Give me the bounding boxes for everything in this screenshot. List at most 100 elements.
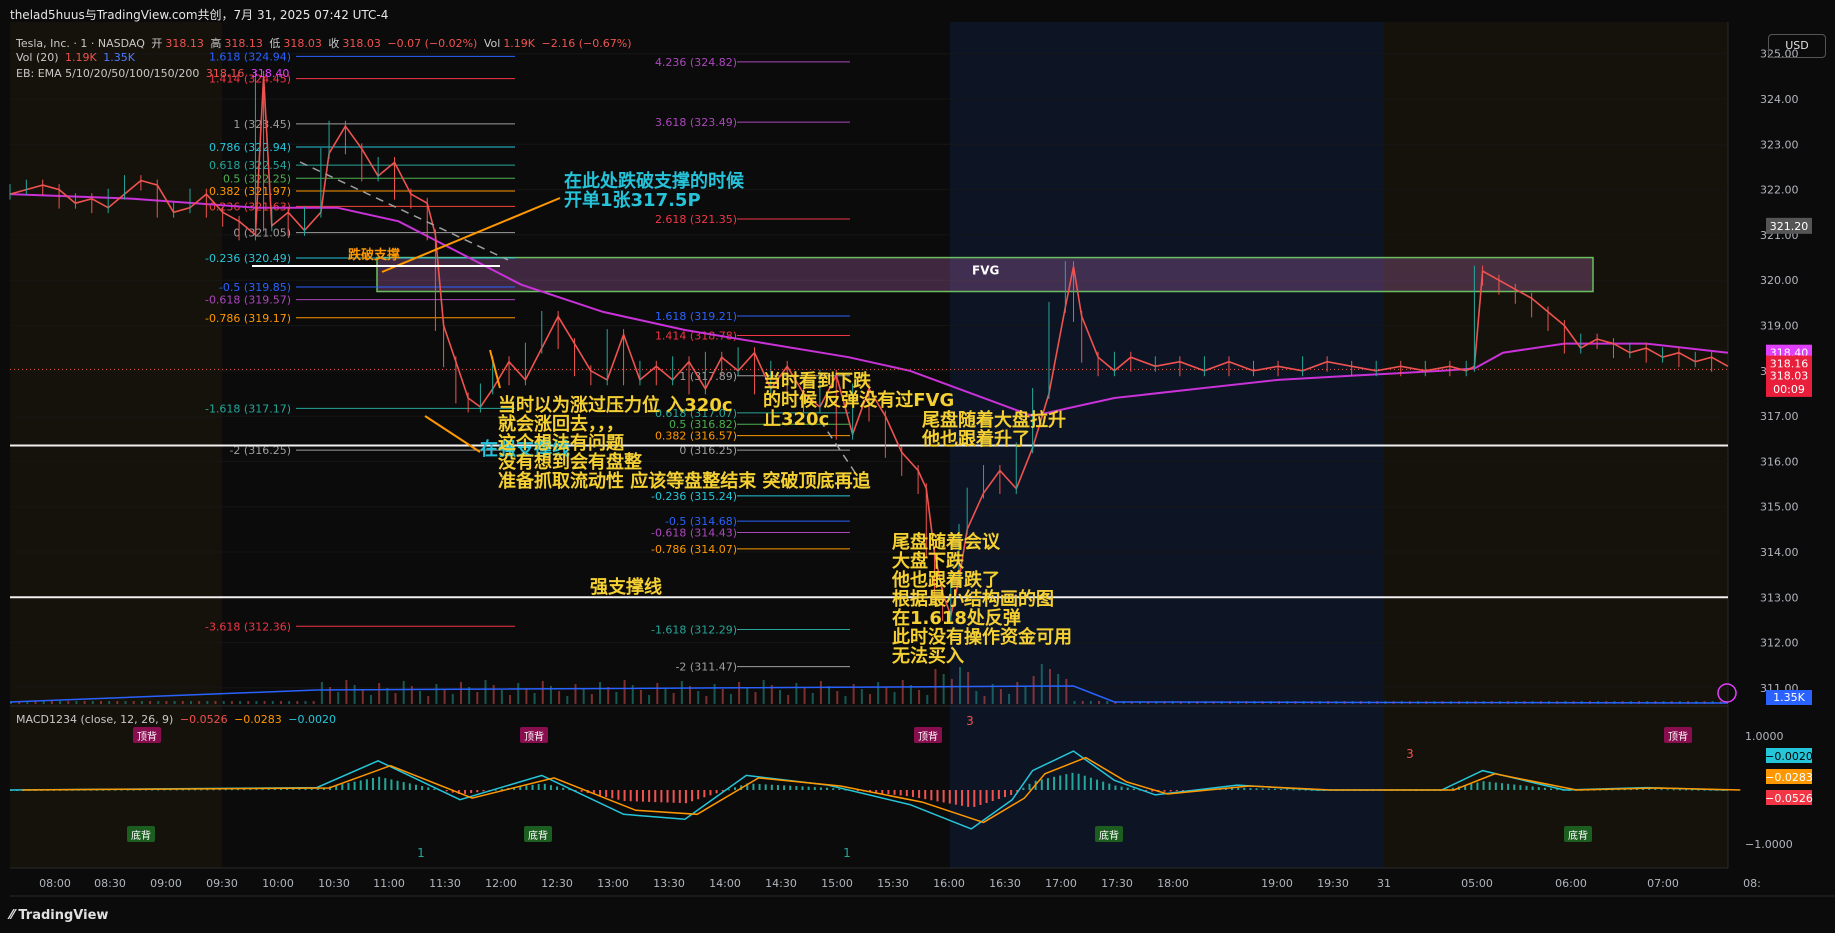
divergence-tag-text: 底背 [131, 829, 151, 842]
macd-hist-bar [838, 788, 841, 790]
volume-bar [1008, 694, 1011, 704]
volume-bar [75, 701, 78, 704]
volume-bar [157, 701, 160, 704]
volume-bar [369, 695, 372, 704]
volume-bar [582, 689, 585, 704]
macd-hist-bar [1102, 781, 1105, 790]
macd-hist-bar [967, 790, 970, 807]
divergence-tag-text: 顶背 [1668, 730, 1688, 743]
volume-bar [271, 701, 274, 704]
macd-hist-bar [408, 783, 411, 790]
volume-bar [607, 687, 610, 704]
y-tick-label: 320.00 [1760, 274, 1799, 287]
macd-hist-bar [1237, 787, 1240, 790]
annotation-close-drop: 尾盘随着会议 大盘下跌 他也跟着跌了 根据最小结构画的图 在1.618处反弹 此… [892, 532, 1072, 667]
macd-hist-bar [1556, 789, 1559, 791]
macd-hist-bar [421, 786, 424, 790]
volume-bar [214, 701, 217, 704]
macd-hist-bar [1470, 783, 1473, 790]
volume-bar [296, 701, 299, 704]
volume-bar [124, 701, 127, 704]
macd-hist-bar [813, 787, 816, 790]
currency-button[interactable]: USD [1768, 34, 1826, 58]
macd-hist-bar [353, 781, 356, 790]
volume-bar [459, 682, 462, 704]
volume-bar [533, 693, 536, 704]
macd-hist-bar [819, 787, 822, 790]
macd-hist-bar [1685, 789, 1688, 791]
volume-bar [140, 701, 143, 704]
macd-hist-bar [402, 782, 405, 790]
volume-bar [189, 701, 192, 704]
divergence-tag-text: 顶背 [137, 730, 157, 743]
y-tick-label: 313.00 [1760, 591, 1799, 604]
volume-bar [926, 695, 929, 704]
annotation-strong-support: 强支撑线 [590, 577, 662, 598]
macd-hist-bar [365, 779, 368, 790]
annotation-arrow-support [424, 415, 481, 453]
macd-hist-bar [752, 783, 755, 790]
macd-hist-bar [832, 788, 835, 790]
macd-hist-bar [1494, 782, 1497, 790]
volume-bar [525, 688, 528, 704]
macd-hist-bar [666, 790, 669, 803]
volume-bar [680, 681, 683, 704]
macd-count-mark: 3 [1406, 747, 1414, 761]
macd-hist-bar [826, 787, 829, 790]
chart-header-title: thelad5huus与TradingView.com共创，7月 31, 202… [10, 8, 389, 22]
macd-hist-bar [1163, 790, 1166, 792]
macd-label-text: −0.0283 [1765, 771, 1813, 784]
volume-bar [1081, 701, 1084, 704]
macd-hist-bar [1114, 785, 1117, 790]
macd-hist-bar [807, 786, 810, 790]
macd-legend: MACD1234 (close, 12, 26, 9) −0.0526 −0.0… [16, 713, 337, 726]
macd-hist-bar [611, 790, 614, 799]
y-tick-label: 315.00 [1760, 501, 1799, 514]
volume-bar [320, 682, 323, 704]
x-tick-label: 05:00 [1461, 877, 1493, 890]
x-tick-label: 16:30 [989, 877, 1021, 890]
ema-legend: EB: EMA 5/10/20/50/100/150/200 318.16 31… [16, 67, 290, 80]
macd-hist-bar [1077, 773, 1080, 790]
macd-hist-bar [1028, 783, 1031, 790]
macd-hist-bar [648, 790, 651, 802]
volume-bar [877, 682, 880, 704]
volume-bar [656, 683, 659, 704]
fib-level-label: -1.618 (312.29) [651, 623, 737, 636]
volume-bar [345, 680, 348, 704]
macd-hist-bar [1040, 779, 1043, 790]
volume-bar [132, 701, 135, 704]
macd-hist-bar [1071, 772, 1074, 790]
price-label-text: 318.03 [1770, 369, 1809, 382]
volume-bar [247, 701, 250, 704]
volume-bar [91, 701, 94, 704]
macd-hist-bar [255, 789, 258, 791]
macd-hist-bar [1525, 785, 1528, 790]
macd-count-mark: 1 [843, 846, 851, 860]
macd-hist-bar [691, 790, 694, 802]
macd-hist-bar [543, 783, 546, 790]
macd-hist-bar [899, 790, 902, 796]
macd-hist-bar [979, 790, 982, 805]
macd-hist-bar [1255, 788, 1258, 790]
tradingview-logo: ⁄⁄ TradingView [10, 908, 109, 923]
x-tick-label: 14:30 [765, 877, 797, 890]
macd-hist-bar [427, 787, 430, 790]
volume-bar [378, 683, 381, 704]
price-chart[interactable]: 325.00324.00323.00322.00321.00320.00319.… [0, 0, 1835, 933]
macd-hist-bar [1513, 784, 1516, 790]
macd-hist-bar [893, 790, 896, 795]
macd-hist-bar [954, 790, 957, 805]
y-tick-label: 312.00 [1760, 637, 1799, 650]
fib-level-label: 3.618 (323.49) [655, 116, 737, 129]
volume-bar [99, 701, 102, 704]
macd-hist-bar [249, 789, 252, 791]
volume-bar [222, 701, 225, 704]
fvg-label: FVG [972, 264, 999, 278]
y-tick-label: 314.00 [1760, 546, 1799, 559]
volume-bar [67, 701, 70, 704]
macd-hist-bar [580, 790, 583, 792]
x-tick-label: 18:00 [1157, 877, 1189, 890]
x-tick-label: 10:00 [262, 877, 294, 890]
volume-bar [705, 696, 708, 704]
